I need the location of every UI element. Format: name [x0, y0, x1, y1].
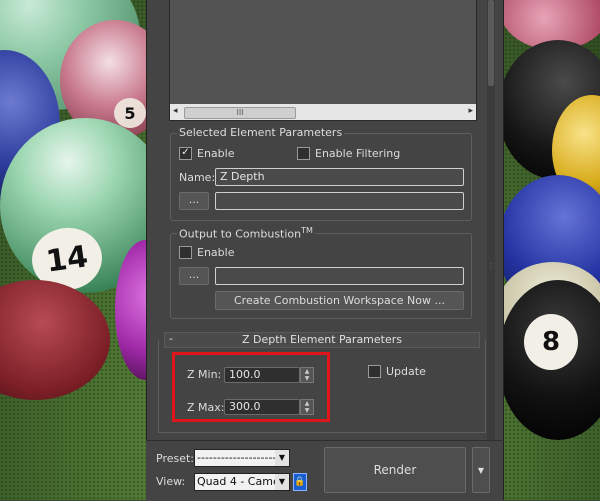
enable-checkbox[interactable]: ✓ Enable	[179, 147, 234, 160]
lock-view-button[interactable]: 🔒	[293, 473, 307, 491]
enable-filtering-label: Enable Filtering	[315, 147, 401, 160]
combustion-path-input[interactable]	[215, 267, 464, 285]
z-min-spinner[interactable]: ▲ ▼	[300, 367, 314, 383]
spin-up-icon[interactable]: ▲	[301, 400, 313, 407]
scroll-grip-icon: ⋮	[487, 262, 495, 270]
browse-path-button[interactable]: ...	[179, 192, 209, 210]
checkbox-box[interactable]	[368, 365, 381, 378]
update-label: Update	[386, 365, 426, 378]
rollout-title: Z Depth Element Parameters	[241, 333, 403, 346]
group-title: Selected Element Parameters	[177, 126, 345, 139]
render-button[interactable]: Render	[324, 447, 466, 493]
lock-icon: 🔒	[294, 477, 306, 487]
group-title: Output to CombustionTM	[177, 226, 315, 241]
chevron-down-icon[interactable]: ▼	[275, 474, 289, 490]
render-options-button[interactable]: ▼	[472, 447, 490, 493]
checkmark-icon[interactable]: ✓	[179, 147, 192, 160]
combustion-enable-checkbox[interactable]: Enable	[179, 246, 234, 259]
ball-number: 5	[114, 98, 146, 128]
name-input[interactable]: Z Depth	[215, 168, 464, 186]
update-checkbox[interactable]: Update	[368, 365, 426, 378]
name-label: Name:	[179, 171, 216, 184]
view-dropdown[interactable]: Quad 4 - Camer ▼	[194, 473, 290, 491]
z-max-label: Z Max:	[187, 401, 225, 414]
z-max-input[interactable]: 300.0	[224, 399, 300, 415]
z-min-input[interactable]: 100.0	[224, 367, 300, 383]
preset-dropdown[interactable]: -------------------- ▼	[194, 449, 290, 467]
ball-maroon-bottom	[0, 280, 110, 400]
spin-down-icon[interactable]: ▼	[301, 407, 313, 414]
group-title-text: Output to Combustion	[179, 227, 302, 241]
checkbox-box[interactable]	[179, 246, 192, 259]
enable-label: Enable	[197, 246, 235, 259]
scrollbar-thumb[interactable]: III	[184, 107, 296, 119]
preset-label: Preset:	[156, 452, 195, 465]
enable-filtering-checkbox[interactable]: Enable Filtering	[297, 147, 400, 160]
scrollbar-thumb[interactable]	[488, 0, 494, 86]
list-horizontal-scrollbar[interactable]: ◂ III ▸	[170, 104, 476, 120]
checkbox-box[interactable]	[297, 147, 310, 160]
chevron-down-icon[interactable]: ▼	[275, 450, 289, 466]
z-depth-rollout-header[interactable]: - Z Depth Element Parameters	[164, 332, 480, 348]
render-elements-list[interactable]: ◂ III ▸	[169, 0, 477, 121]
scroll-left-icon[interactable]: ◂	[173, 106, 178, 116]
preset-value: --------------------	[197, 451, 277, 464]
render-footer: Preset: -------------------- ▼ View: Qua…	[146, 440, 502, 501]
view-value: Quad 4 - Camer	[197, 475, 285, 488]
z-max-spinner[interactable]: ▲ ▼	[300, 399, 314, 415]
chevron-down-icon: ▼	[477, 466, 485, 475]
element-path-input[interactable]	[215, 192, 464, 210]
ball-number: 8	[524, 314, 578, 370]
scroll-right-icon[interactable]: ▸	[468, 106, 473, 116]
view-label: View:	[156, 475, 186, 488]
spin-down-icon[interactable]: ▼	[301, 375, 313, 382]
panel-vertical-scrollbar[interactable]: ⋮	[487, 0, 495, 440]
spin-up-icon[interactable]: ▲	[301, 368, 313, 375]
combustion-browse-button[interactable]: ...	[179, 267, 209, 285]
z-min-label: Z Min:	[187, 368, 222, 381]
z-depth-rollout-body	[158, 340, 486, 433]
create-combustion-workspace-button[interactable]: Create Combustion Workspace Now ...	[215, 291, 464, 310]
enable-label: Enable	[197, 147, 235, 160]
trademark-mark: TM	[301, 226, 313, 235]
